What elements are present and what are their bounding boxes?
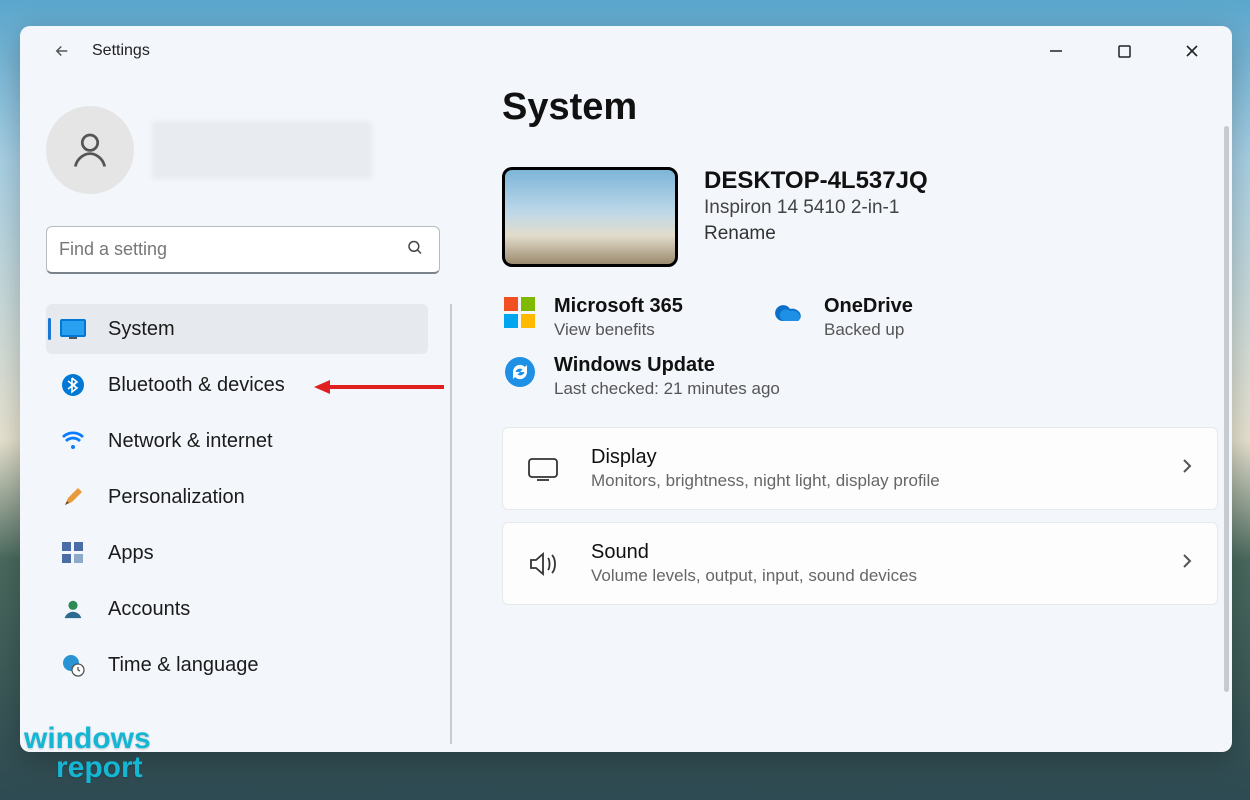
device-section: DESKTOP-4L537JQ Inspiron 14 5410 2-in-1 …: [502, 167, 1218, 267]
update-icon: [502, 354, 538, 390]
nav-item-apps[interactable]: Apps: [46, 528, 428, 578]
titlebar: Settings: [20, 26, 1232, 76]
nav-label: Network & internet: [108, 430, 273, 453]
wifi-icon: [60, 428, 86, 454]
card-title: Display: [591, 446, 940, 469]
tile-subtitle: Last checked: 21 minutes ago: [554, 379, 780, 399]
tile-subtitle: Backed up: [824, 320, 913, 340]
search-input[interactable]: [46, 226, 440, 274]
watermark-line2: report: [56, 754, 151, 783]
profile-section[interactable]: [46, 106, 460, 194]
card-sound[interactable]: Sound Volume levels, output, input, soun…: [502, 522, 1218, 605]
tile-title: Windows Update: [554, 354, 780, 377]
device-name: DESKTOP-4L537JQ: [704, 167, 928, 195]
nav-label: Apps: [108, 542, 154, 565]
monitor-icon: [60, 316, 86, 342]
sidebar: System Bluetooth & devices Network & int…: [20, 76, 470, 752]
watermark-line1: windows: [24, 725, 151, 754]
minimize-button[interactable]: [1034, 34, 1078, 68]
device-model: Inspiron 14 5410 2-in-1: [704, 197, 928, 219]
nav-list: System Bluetooth & devices Network & int…: [46, 304, 452, 744]
app-title: Settings: [92, 42, 150, 60]
nav-item-time-language[interactable]: Time & language: [46, 640, 428, 690]
device-thumbnail[interactable]: [502, 167, 678, 267]
nav-item-personalization[interactable]: Personalization: [46, 472, 428, 522]
chevron-right-icon: [1179, 553, 1195, 574]
nav-label: Bluetooth & devices: [108, 374, 285, 397]
card-title: Sound: [591, 541, 917, 564]
status-tiles: Microsoft 365 View benefits OneDrive Bac…: [502, 295, 1218, 340]
search-wrapper: [46, 226, 440, 274]
paintbrush-icon: [60, 484, 86, 510]
nav-item-network[interactable]: Network & internet: [46, 416, 428, 466]
scrollbar[interactable]: [1224, 126, 1229, 692]
maximize-button[interactable]: [1102, 34, 1146, 68]
annotation-arrow: [314, 378, 444, 396]
nav-label: System: [108, 318, 175, 341]
tile-title: OneDrive: [824, 295, 913, 318]
card-subtitle: Volume levels, output, input, sound devi…: [591, 566, 917, 586]
tile-title: Microsoft 365: [554, 295, 683, 318]
profile-name-redacted: [152, 121, 372, 179]
page-title: System: [502, 86, 1218, 129]
search-icon: [406, 239, 424, 262]
tile-onedrive[interactable]: OneDrive Backed up: [772, 295, 972, 340]
close-button[interactable]: [1170, 34, 1214, 68]
tile-subtitle: View benefits: [554, 320, 683, 340]
chevron-right-icon: [1179, 458, 1195, 479]
device-info: DESKTOP-4L537JQ Inspiron 14 5410 2-in-1 …: [704, 167, 928, 245]
onedrive-icon: [772, 295, 808, 331]
nav-item-bluetooth[interactable]: Bluetooth & devices: [46, 360, 428, 410]
display-icon: [525, 451, 561, 487]
main-content: System DESKTOP-4L537JQ Inspiron 14 5410 …: [470, 76, 1232, 752]
window-body: System Bluetooth & devices Network & int…: [20, 76, 1232, 752]
microsoft-logo-icon: [502, 295, 538, 331]
tile-microsoft365[interactable]: Microsoft 365 View benefits: [502, 295, 702, 340]
back-button[interactable]: [50, 39, 74, 63]
person-icon: [60, 596, 86, 622]
rename-link[interactable]: Rename: [704, 223, 928, 245]
bluetooth-icon: [60, 372, 86, 398]
sound-icon: [525, 546, 561, 582]
nav-label: Accounts: [108, 598, 190, 621]
clock-globe-icon: [60, 652, 86, 678]
settings-window: Settings: [20, 26, 1232, 752]
tile-windows-update[interactable]: Windows Update Last checked: 21 minutes …: [502, 354, 1218, 399]
nav-item-system[interactable]: System: [46, 304, 428, 354]
card-subtitle: Monitors, brightness, night light, displ…: [591, 471, 940, 491]
window-controls: [1034, 34, 1222, 68]
watermark: windows report: [24, 725, 151, 782]
avatar: [46, 106, 134, 194]
card-display[interactable]: Display Monitors, brightness, night ligh…: [502, 427, 1218, 510]
nav-label: Time & language: [108, 654, 258, 677]
nav-label: Personalization: [108, 486, 245, 509]
apps-icon: [60, 540, 86, 566]
nav-item-accounts[interactable]: Accounts: [46, 584, 428, 634]
